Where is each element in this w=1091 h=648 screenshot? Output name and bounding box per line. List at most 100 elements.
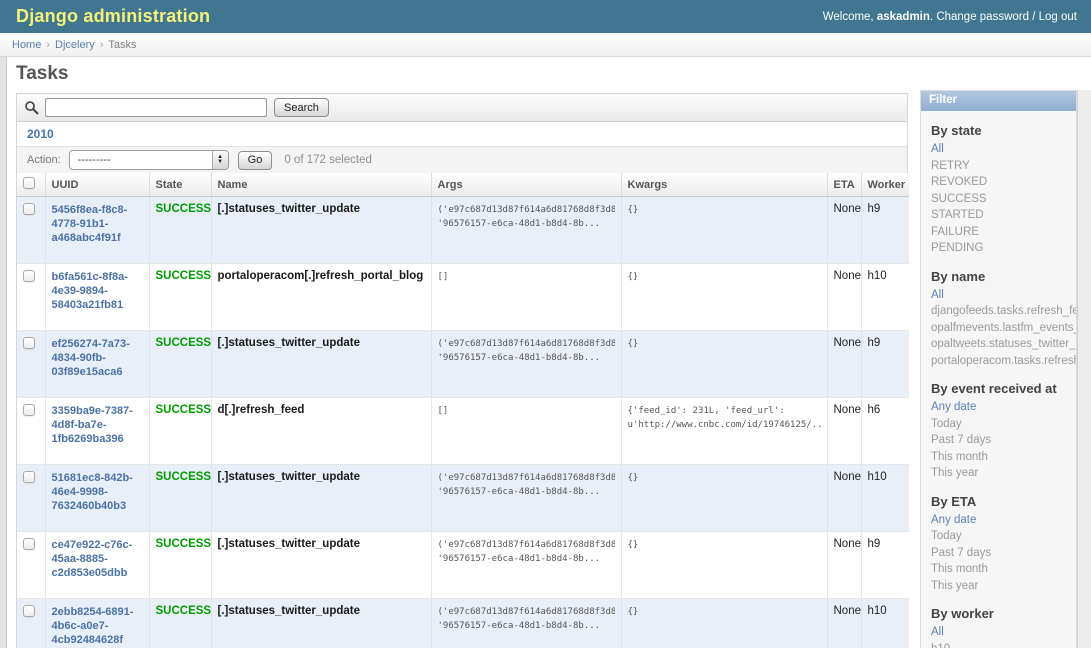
filter-option-link[interactable]: opalfmevents.lastfm_events_upd xyxy=(931,322,1076,334)
filter-option-link[interactable]: All xyxy=(931,626,944,638)
task-kwargs: {} xyxy=(621,197,827,264)
column-header-worker[interactable]: Worker xyxy=(861,173,909,197)
search-button[interactable]: Search xyxy=(274,98,329,117)
table-row: b6fa561c-8f8a-4e39-9894-58403a21fb81SUCC… xyxy=(17,264,909,331)
filter-option: All xyxy=(931,287,1076,304)
filter-heading: By name xyxy=(931,269,1076,284)
breadcrumb-home-link[interactable]: Home xyxy=(12,39,41,51)
column-header-eta[interactable]: ETA xyxy=(827,173,861,197)
task-worker: h6 xyxy=(861,398,909,465)
right-scrollbar-track[interactable] xyxy=(1077,90,1091,648)
filter-heading: By worker xyxy=(931,606,1076,621)
filter-option-link[interactable]: djangofeeds.tasks.refresh_feed xyxy=(931,305,1076,317)
task-uuid-link[interactable]: 3359ba9e-7387-4d8f-ba7e-1fb6269ba396 xyxy=(52,404,144,446)
filter-option-link[interactable]: This month xyxy=(931,451,988,463)
breadcrumb-current: Tasks xyxy=(108,39,136,51)
filter-option-link[interactable]: All xyxy=(931,143,944,155)
filter-option: This month xyxy=(931,449,1076,466)
row-checkbox[interactable] xyxy=(23,471,35,483)
breadcrumb-app-link[interactable]: Djcelery xyxy=(55,39,95,51)
filter-option-link[interactable]: Past 7 days xyxy=(931,434,991,446)
table-row: 2ebb8254-6891-4b6c-a0e7-4cb92484628f SUCC… xyxy=(17,599,909,648)
task-uuid-link[interactable]: 2ebb8254-6891-4b6c-a0e7-4cb92484628f xyxy=(52,605,144,647)
column-header-kwargs[interactable]: Kwargs xyxy=(621,173,827,197)
column-header-args[interactable]: Args xyxy=(431,173,621,197)
change-password-link[interactable]: Change password xyxy=(936,11,1029,23)
date-hierarchy-year-link[interactable]: 2010 xyxy=(27,127,54,141)
filter-option-link[interactable]: All xyxy=(931,289,944,301)
column-header-state[interactable]: State xyxy=(149,173,211,197)
filter-option-link[interactable]: RETRY xyxy=(931,160,970,172)
filter-heading: By event received at xyxy=(931,381,1076,396)
action-label: Action: xyxy=(27,154,61,166)
filter-option-link[interactable]: This year xyxy=(931,580,978,592)
select-stepper-icon: ▲▼ xyxy=(212,151,228,169)
task-name: d[.]refresh_feed xyxy=(218,404,305,416)
task-state: SUCCESS xyxy=(156,404,212,416)
task-uuid-link[interactable]: ef256274-7a73-4834-90fb-03f89e15aca6 xyxy=(52,337,144,379)
row-checkbox[interactable] xyxy=(23,538,35,550)
filter-option-link[interactable]: REVOKED xyxy=(931,176,987,188)
logout-link[interactable]: Log out xyxy=(1039,11,1077,23)
task-eta: None xyxy=(827,465,861,532)
filter-option-link[interactable]: Any date xyxy=(931,514,976,526)
task-args: ('e97c687d13d87f614a6d81768d8f3d8e','965… xyxy=(431,599,621,648)
task-name: [.]statuses_twitter_update xyxy=(218,605,361,617)
filter-option-link[interactable]: PENDING xyxy=(931,242,983,254)
column-header-uuid[interactable]: UUID xyxy=(45,173,149,197)
search-icon xyxy=(24,100,39,115)
filter-option-link[interactable]: STARTED xyxy=(931,209,984,221)
task-uuid-link[interactable]: b6fa561c-8f8a-4e39-9894-58403a21fb81 xyxy=(52,270,144,312)
filter-option: Today xyxy=(931,528,1076,545)
go-button[interactable]: Go xyxy=(238,151,273,170)
column-header-name[interactable]: Name xyxy=(211,173,431,197)
filter-option: h10 xyxy=(931,641,1076,648)
filter-option-link[interactable]: Today xyxy=(931,418,962,430)
row-checkbox[interactable] xyxy=(23,337,35,349)
filter-option-link[interactable]: Past 7 days xyxy=(931,547,991,559)
task-worker: h10 xyxy=(861,264,909,331)
breadcrumb: Home › Djcelery › Tasks xyxy=(0,33,1091,57)
filter-option-link[interactable]: This year xyxy=(931,467,978,479)
filter-option: REVOKED xyxy=(931,174,1076,191)
filter-option-link[interactable]: Any date xyxy=(931,401,976,413)
select-all-checkbox[interactable] xyxy=(23,177,35,189)
filter-option-link[interactable]: portaloperacom.tasks.refresh_po xyxy=(931,355,1076,367)
row-checkbox[interactable] xyxy=(23,605,35,617)
filter-option-link[interactable]: This month xyxy=(931,563,988,575)
filter-section-by-eta: By ETAAny dateTodayPast 7 daysThis month… xyxy=(921,494,1076,595)
filter-option-link[interactable]: SUCCESS xyxy=(931,193,987,205)
filter-heading: By state xyxy=(931,123,1076,138)
row-checkbox[interactable] xyxy=(23,404,35,416)
task-eta: None xyxy=(827,599,861,648)
filter-title: Filter xyxy=(921,91,1076,111)
task-state: SUCCESS xyxy=(156,605,212,617)
filter-section-by-event-received-at: By event received at Any date Today Past 7 … xyxy=(921,381,1076,482)
task-uuid-link[interactable]: ce47e922-c76c-45aa-8885-c2d853e05dbb xyxy=(52,538,144,580)
filter-option: Any date xyxy=(931,399,1076,416)
search-input[interactable] xyxy=(45,98,267,117)
row-checkbox[interactable] xyxy=(23,203,35,215)
filter-option: Any date xyxy=(931,512,1076,529)
breadcrumb-separator: › xyxy=(100,39,104,51)
page-title: Tasks xyxy=(16,63,68,85)
filter-option: RETRY xyxy=(931,158,1076,175)
task-uuid-link[interactable]: 5456f8ea-f8c8-4778-91b1-a468abc4f91f xyxy=(52,203,144,245)
filter-option-link[interactable]: h10 xyxy=(931,643,950,648)
row-checkbox[interactable] xyxy=(23,270,35,282)
filter-option: opalfmevents.lastfm_events_upd xyxy=(931,320,1076,337)
filter-option: Today xyxy=(931,416,1076,433)
task-state: SUCCESS xyxy=(156,203,212,215)
welcome-text: Welcome, xyxy=(823,11,874,23)
filter-option-link[interactable]: opaltweets.statuses_twitter_upd xyxy=(931,338,1076,350)
task-worker: h9 xyxy=(861,331,909,398)
task-name: [.]statuses_twitter_update xyxy=(218,337,361,349)
username: askadmin xyxy=(877,11,930,23)
user-tools: Welcome, askadmin. Change password / Log… xyxy=(823,11,1077,23)
filter-option-link[interactable]: FAILURE xyxy=(931,226,979,238)
action-select[interactable]: --------- ▲▼ xyxy=(69,150,229,170)
table-row: ce47e922-c76c-45aa-8885-c2d853e05dbbSUCC… xyxy=(17,532,909,599)
filter-option-link[interactable]: Today xyxy=(931,530,962,542)
task-uuid-link[interactable]: 51681ec8-842b-46e4-9998-7632460b40b3 xyxy=(52,471,144,513)
action-selected-option: --------- xyxy=(78,154,111,166)
